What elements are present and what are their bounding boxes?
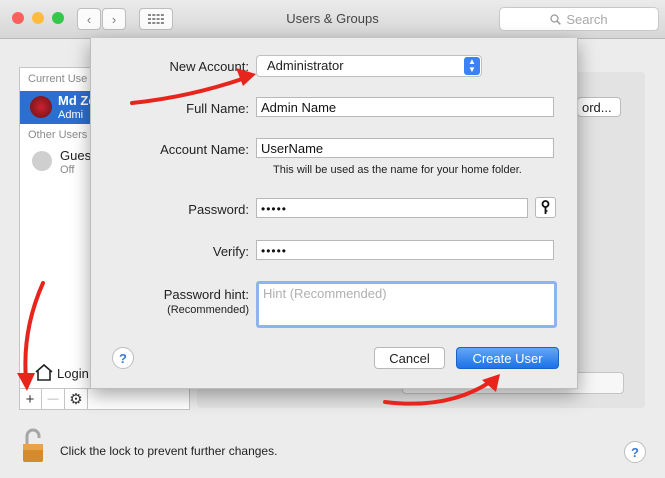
create-user-button[interactable]: Create User xyxy=(456,347,559,369)
account-name-field[interactable]: UserName xyxy=(256,138,554,158)
account-type-value: Administrator xyxy=(267,58,344,73)
search-icon xyxy=(550,13,562,25)
unlocked-padlock-icon[interactable] xyxy=(22,428,44,464)
account-name-label: Account Name: xyxy=(160,142,249,157)
lock-status-text: Click the lock to prevent further change… xyxy=(60,444,278,458)
dialog-help-button[interactable]: ? xyxy=(112,347,134,369)
search-placeholder: Search xyxy=(566,11,608,27)
password-label: Password: xyxy=(188,202,249,217)
title-bar: ‹ › Users & Groups Search xyxy=(0,0,665,39)
guest-avatar-icon xyxy=(32,151,52,171)
change-password-button[interactable]: ord... xyxy=(577,97,621,117)
verify-field[interactable]: ••••• xyxy=(256,240,554,260)
account-name-note: This will be used as the name for your h… xyxy=(273,164,522,176)
other-users-header: Other Users xyxy=(28,129,88,141)
avatar xyxy=(30,96,52,118)
users-list-toolbar: + — ⚙ xyxy=(19,388,188,409)
password-hint-label: Password hint: xyxy=(163,287,249,302)
password-assistant-button[interactable] xyxy=(535,197,556,218)
guest-name: Gues xyxy=(60,148,92,163)
key-icon xyxy=(541,200,550,214)
new-account-sheet: New Account: Administrator ▲ ▼ Full Name:… xyxy=(90,38,578,389)
cancel-button[interactable]: Cancel xyxy=(374,347,445,369)
search-field[interactable]: Search xyxy=(499,7,659,31)
updown-arrows-icon: ▲ ▼ xyxy=(464,57,480,75)
house-icon xyxy=(35,363,53,381)
current-users-header: Current Use xyxy=(28,73,88,85)
action-menu-button[interactable]: ⚙ xyxy=(65,389,88,409)
login-options-label: Login xyxy=(57,366,89,381)
account-type-select[interactable]: Administrator ▲ ▼ xyxy=(256,55,482,77)
password-hint-placeholder: Hint (Recommended) xyxy=(263,286,387,301)
add-user-button[interactable]: + xyxy=(19,389,42,409)
new-account-label: New Account: xyxy=(169,59,250,74)
password-hint-field[interactable]: Hint (Recommended) xyxy=(256,281,557,328)
help-button[interactable]: ? xyxy=(624,441,646,463)
current-user-role: Admi xyxy=(58,109,84,121)
password-field[interactable]: ••••• xyxy=(256,198,528,218)
full-name-label: Full Name: xyxy=(186,101,249,116)
password-hint-sublabel: (Recommended) xyxy=(167,304,249,316)
gear-icon: ⚙ xyxy=(69,391,83,408)
verify-label: Verify: xyxy=(212,244,249,259)
guest-status: Off xyxy=(60,164,75,176)
full-name-field[interactable]: Admin Name xyxy=(256,97,554,117)
remove-user-button[interactable]: — xyxy=(42,389,65,409)
